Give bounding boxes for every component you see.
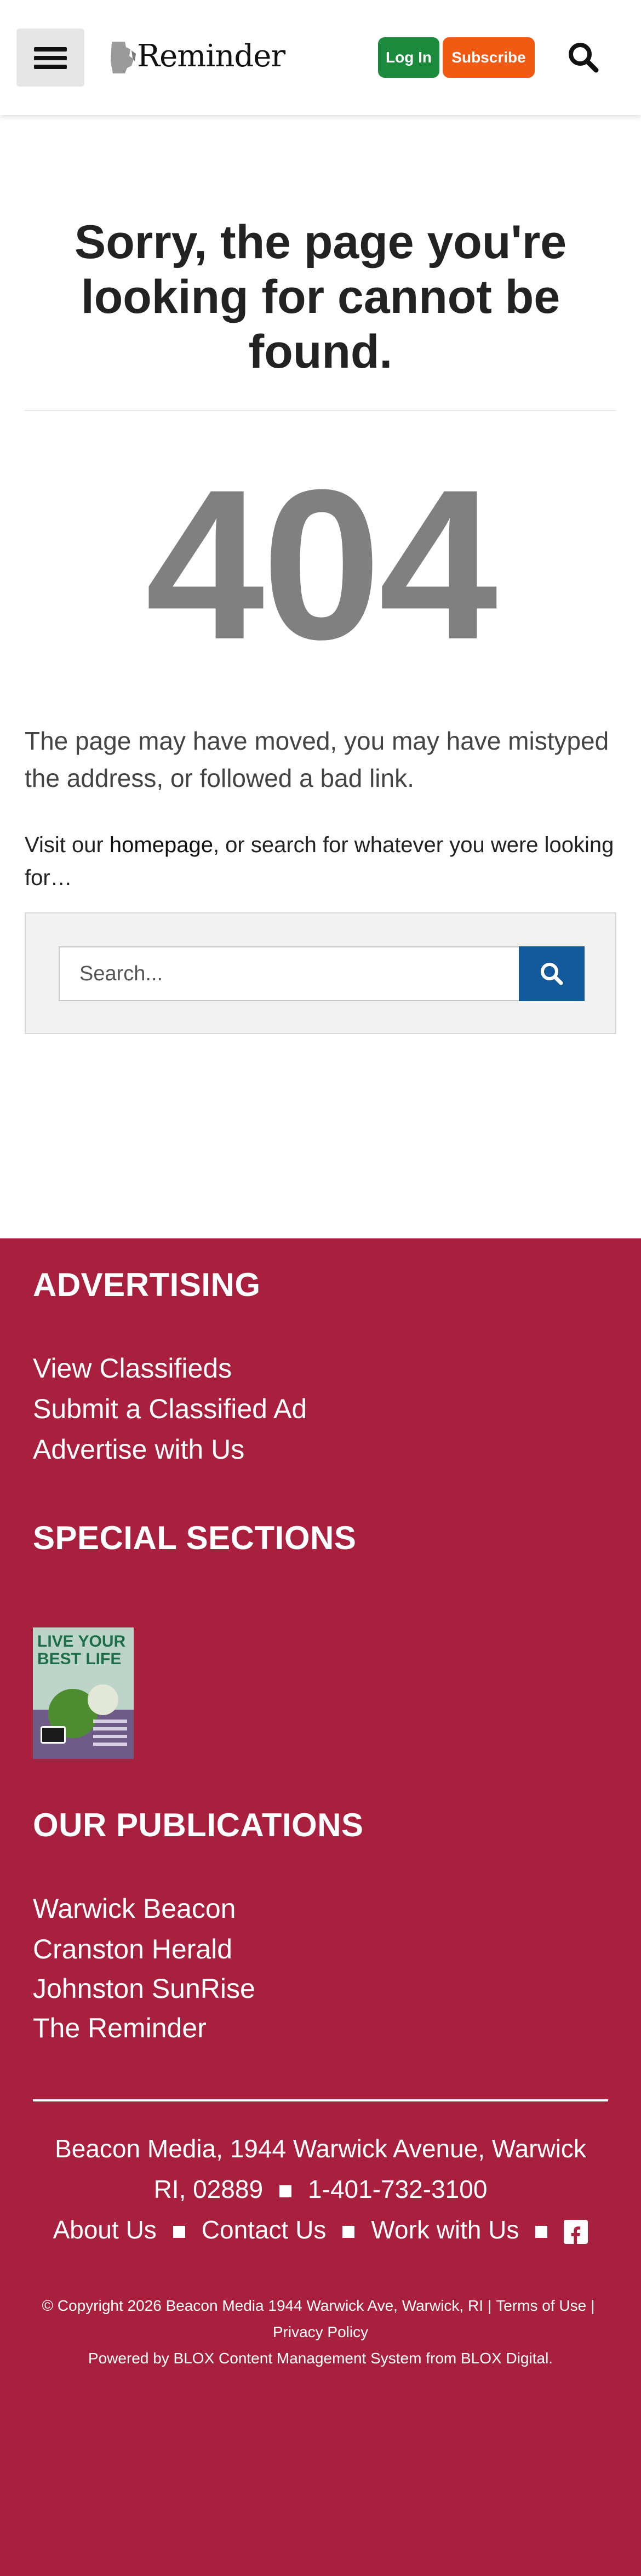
e-edition-icon xyxy=(41,1726,66,1744)
subscribe-button[interactable]: Subscribe xyxy=(443,37,535,78)
footer-link-about-us[interactable]: About Us xyxy=(53,2215,157,2244)
logo-text: Reminder xyxy=(137,38,285,74)
rhode-island-map-icon xyxy=(111,42,136,73)
footer-address-line2: RI, 02889 1-401-732-3100 xyxy=(16,2171,625,2207)
footer-divider xyxy=(33,2099,608,2101)
header-search-button[interactable] xyxy=(564,38,603,77)
hamburger-icon-bar xyxy=(34,56,67,60)
footer-link-view-classifieds[interactable]: View Classifieds xyxy=(33,1352,232,1384)
footer-link-submit-classified[interactable]: Submit a Classified Ad xyxy=(33,1393,307,1425)
copyright-text: © Copyright 2026 Beacon Media 1944 Warwi… xyxy=(42,2297,484,2314)
footer-link-warwick-beacon[interactable]: Warwick Beacon xyxy=(33,1893,236,1924)
footer-link-johnston-sunrise[interactable]: Johnston SunRise xyxy=(33,1973,255,2004)
footer-address-city: RI, 02889 xyxy=(153,2175,264,2203)
footer-link-contact-us[interactable]: Contact Us xyxy=(202,2215,327,2244)
search-icon xyxy=(569,43,599,73)
error-code: 404 xyxy=(145,445,498,684)
thumbnail-title: LIVE YOUR BEST LIFE xyxy=(37,1632,126,1668)
divider xyxy=(25,410,616,411)
thumbnail-plate-image xyxy=(88,1684,118,1715)
search-input[interactable] xyxy=(59,946,520,1001)
footer-link-the-reminder[interactable]: The Reminder xyxy=(33,2012,207,2044)
special-sections-heading: SPECIAL SECTIONS xyxy=(33,1520,357,1556)
thumbnail-text-lines xyxy=(93,1720,127,1723)
separator-square xyxy=(535,2225,548,2238)
page-title: Sorry, the page you're looking for canno… xyxy=(74,216,567,378)
site-header: Reminder Log In Subscribe xyxy=(0,0,641,115)
powered-by-line[interactable]: Powered by BLOX Content Management Syste… xyxy=(16,2345,625,2372)
footer-link-work-with-us[interactable]: Work with Us xyxy=(371,2215,519,2244)
footer-link-cranston-herald[interactable]: Cranston Herald xyxy=(33,1933,232,1965)
separator-square xyxy=(342,2225,355,2238)
privacy-line: Privacy Policy xyxy=(16,2319,625,2345)
hamburger-icon xyxy=(34,47,67,52)
visit-text: Visit our homepage, or search for whatev… xyxy=(25,829,616,894)
separator-square xyxy=(173,2225,185,2238)
copyright-line: © Copyright 2026 Beacon Media 1944 Warwi… xyxy=(16,2293,625,2319)
publications-heading: OUR PUBLICATIONS xyxy=(33,1807,364,1843)
footer-address-line1: Beacon Media, 1944 Warwick Avenue, Warwi… xyxy=(55,2134,586,2163)
homepage-link[interactable]: homepage xyxy=(110,833,213,857)
error-description: The page may have moved, you may have mi… xyxy=(25,727,609,792)
hamburger-icon-bar xyxy=(34,65,67,69)
advertising-heading: ADVERTISING xyxy=(33,1266,261,1303)
site-logo[interactable]: Reminder xyxy=(108,35,285,79)
privacy-policy-link[interactable]: Privacy Policy xyxy=(273,2323,368,2340)
login-button[interactable]: Log In xyxy=(378,37,439,78)
menu-button[interactable] xyxy=(16,28,84,87)
search-submit-button[interactable] xyxy=(519,946,585,1001)
site-footer: ADVERTISING View Classifieds Submit a Cl… xyxy=(0,1238,641,2576)
special-section-thumbnail[interactable]: LIVE YOUR BEST LIFE xyxy=(33,1627,134,1759)
search-icon xyxy=(541,963,563,985)
separator-square xyxy=(279,2185,292,2197)
facebook-icon[interactable] xyxy=(564,2219,588,2244)
pipe-separator: | xyxy=(591,2297,595,2314)
footer-phone[interactable]: 1-401-732-3100 xyxy=(308,2175,487,2203)
pipe-separator: | xyxy=(488,2297,492,2314)
footer-nav: About Us Contact Us Work with Us xyxy=(16,2212,625,2248)
terms-of-use-link[interactable]: Terms of Use xyxy=(496,2297,586,2314)
footer-link-advertise[interactable]: Advertise with Us xyxy=(33,1433,244,1465)
search-panel xyxy=(25,912,616,1034)
visit-prefix: Visit our xyxy=(25,833,110,857)
